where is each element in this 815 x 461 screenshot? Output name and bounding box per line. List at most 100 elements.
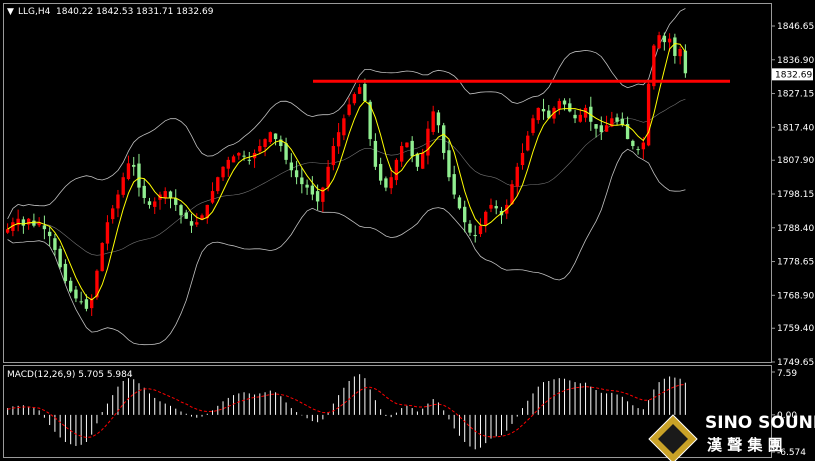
candle [273, 133, 278, 146]
candle [515, 162, 519, 197]
candle [179, 203, 183, 224]
candle-body [594, 124, 598, 129]
candle-body [394, 159, 399, 181]
candle [132, 156, 136, 176]
candle-body [673, 37, 677, 56]
candle [111, 204, 115, 224]
candle-body [520, 152, 525, 166]
candle-body [84, 299, 89, 309]
candle-body [142, 185, 146, 198]
candle-body [247, 159, 251, 161]
candle [268, 131, 273, 144]
candle-body [321, 187, 325, 202]
header-symbol-arrow[interactable]: ▼ [7, 7, 14, 17]
candle [489, 198, 493, 213]
candle-body [342, 118, 346, 136]
candle-body [58, 248, 62, 268]
candle [189, 213, 194, 233]
header-symbol: LLG,H4 [18, 7, 51, 17]
candle-body [100, 243, 104, 272]
candle [226, 156, 230, 177]
candle-body [347, 104, 351, 115]
candle [279, 135, 283, 152]
candle [74, 285, 78, 303]
candle-body [536, 107, 540, 121]
candle-body [315, 191, 320, 202]
candle-body [289, 162, 294, 171]
candle-body [132, 164, 136, 167]
candle-body [226, 159, 230, 169]
candle [357, 83, 362, 95]
candle [90, 294, 94, 317]
candle-body [436, 112, 441, 126]
candle-body [326, 166, 330, 188]
candle [58, 245, 62, 270]
candle [305, 179, 309, 195]
candle [237, 152, 241, 160]
candle [158, 191, 162, 210]
candle [447, 140, 451, 182]
candle [195, 213, 199, 227]
candle-body [431, 111, 435, 132]
candle [568, 98, 572, 113]
candle-body [447, 150, 451, 178]
candle [121, 172, 125, 198]
candle-body [541, 108, 546, 112]
candle [300, 167, 304, 194]
candle-body [221, 166, 225, 178]
candle-body [63, 263, 68, 282]
macd-plot-area [7, 374, 686, 450]
candle-body [641, 142, 646, 150]
price-tick-label: 1807.90 [777, 156, 814, 166]
candle-body [515, 166, 519, 187]
candle [294, 160, 299, 185]
candle [79, 291, 83, 305]
candle [137, 153, 141, 197]
candle-body [231, 156, 236, 163]
candle-body [599, 125, 603, 133]
candle-body [168, 191, 173, 198]
candle-body [153, 201, 157, 207]
candle-body [147, 201, 152, 205]
candle-body [195, 222, 199, 225]
candle [583, 104, 588, 123]
candle-body [352, 94, 357, 104]
candle-body [47, 231, 52, 237]
candle [478, 218, 483, 237]
candle-body [562, 100, 567, 105]
candle [252, 149, 257, 168]
candle-body [74, 289, 78, 299]
candle [105, 215, 110, 251]
header-ohlc: 1840.22 1842.53 1831.71 1832.69 [56, 7, 214, 17]
candle-body [111, 208, 115, 220]
candle [47, 227, 52, 247]
candle-body [568, 103, 572, 112]
candle-body [237, 152, 241, 156]
candle-body [331, 146, 336, 166]
candle [26, 217, 31, 230]
price-tick-label: 1788.40 [777, 224, 814, 234]
price-tick-label: 1827.15 [777, 90, 814, 100]
candle-body [79, 301, 83, 303]
candle [373, 133, 378, 170]
candle-body [294, 170, 299, 178]
candle-body [116, 194, 120, 209]
candle [678, 46, 682, 65]
candle [247, 151, 251, 165]
candle [473, 225, 477, 243]
candle-body [399, 146, 404, 162]
macd-tick-label: 7.59 [777, 369, 797, 379]
candle [216, 176, 220, 195]
macd-label: MACD(12,26,9) 5.705 5.984 [7, 370, 133, 380]
candle-body [615, 117, 619, 122]
candle-body [678, 49, 682, 57]
price-y-axis: 1846.65 1836.90 1827.15 1817.40 1807.90 1798.… [771, 22, 814, 368]
candle [68, 277, 73, 294]
candle [289, 153, 294, 178]
candle-body [336, 132, 341, 147]
candle [384, 176, 388, 192]
candle-body [284, 143, 288, 160]
price-tick-label: 1817.40 [777, 123, 814, 133]
candle-body [484, 211, 488, 226]
candle [116, 189, 120, 218]
